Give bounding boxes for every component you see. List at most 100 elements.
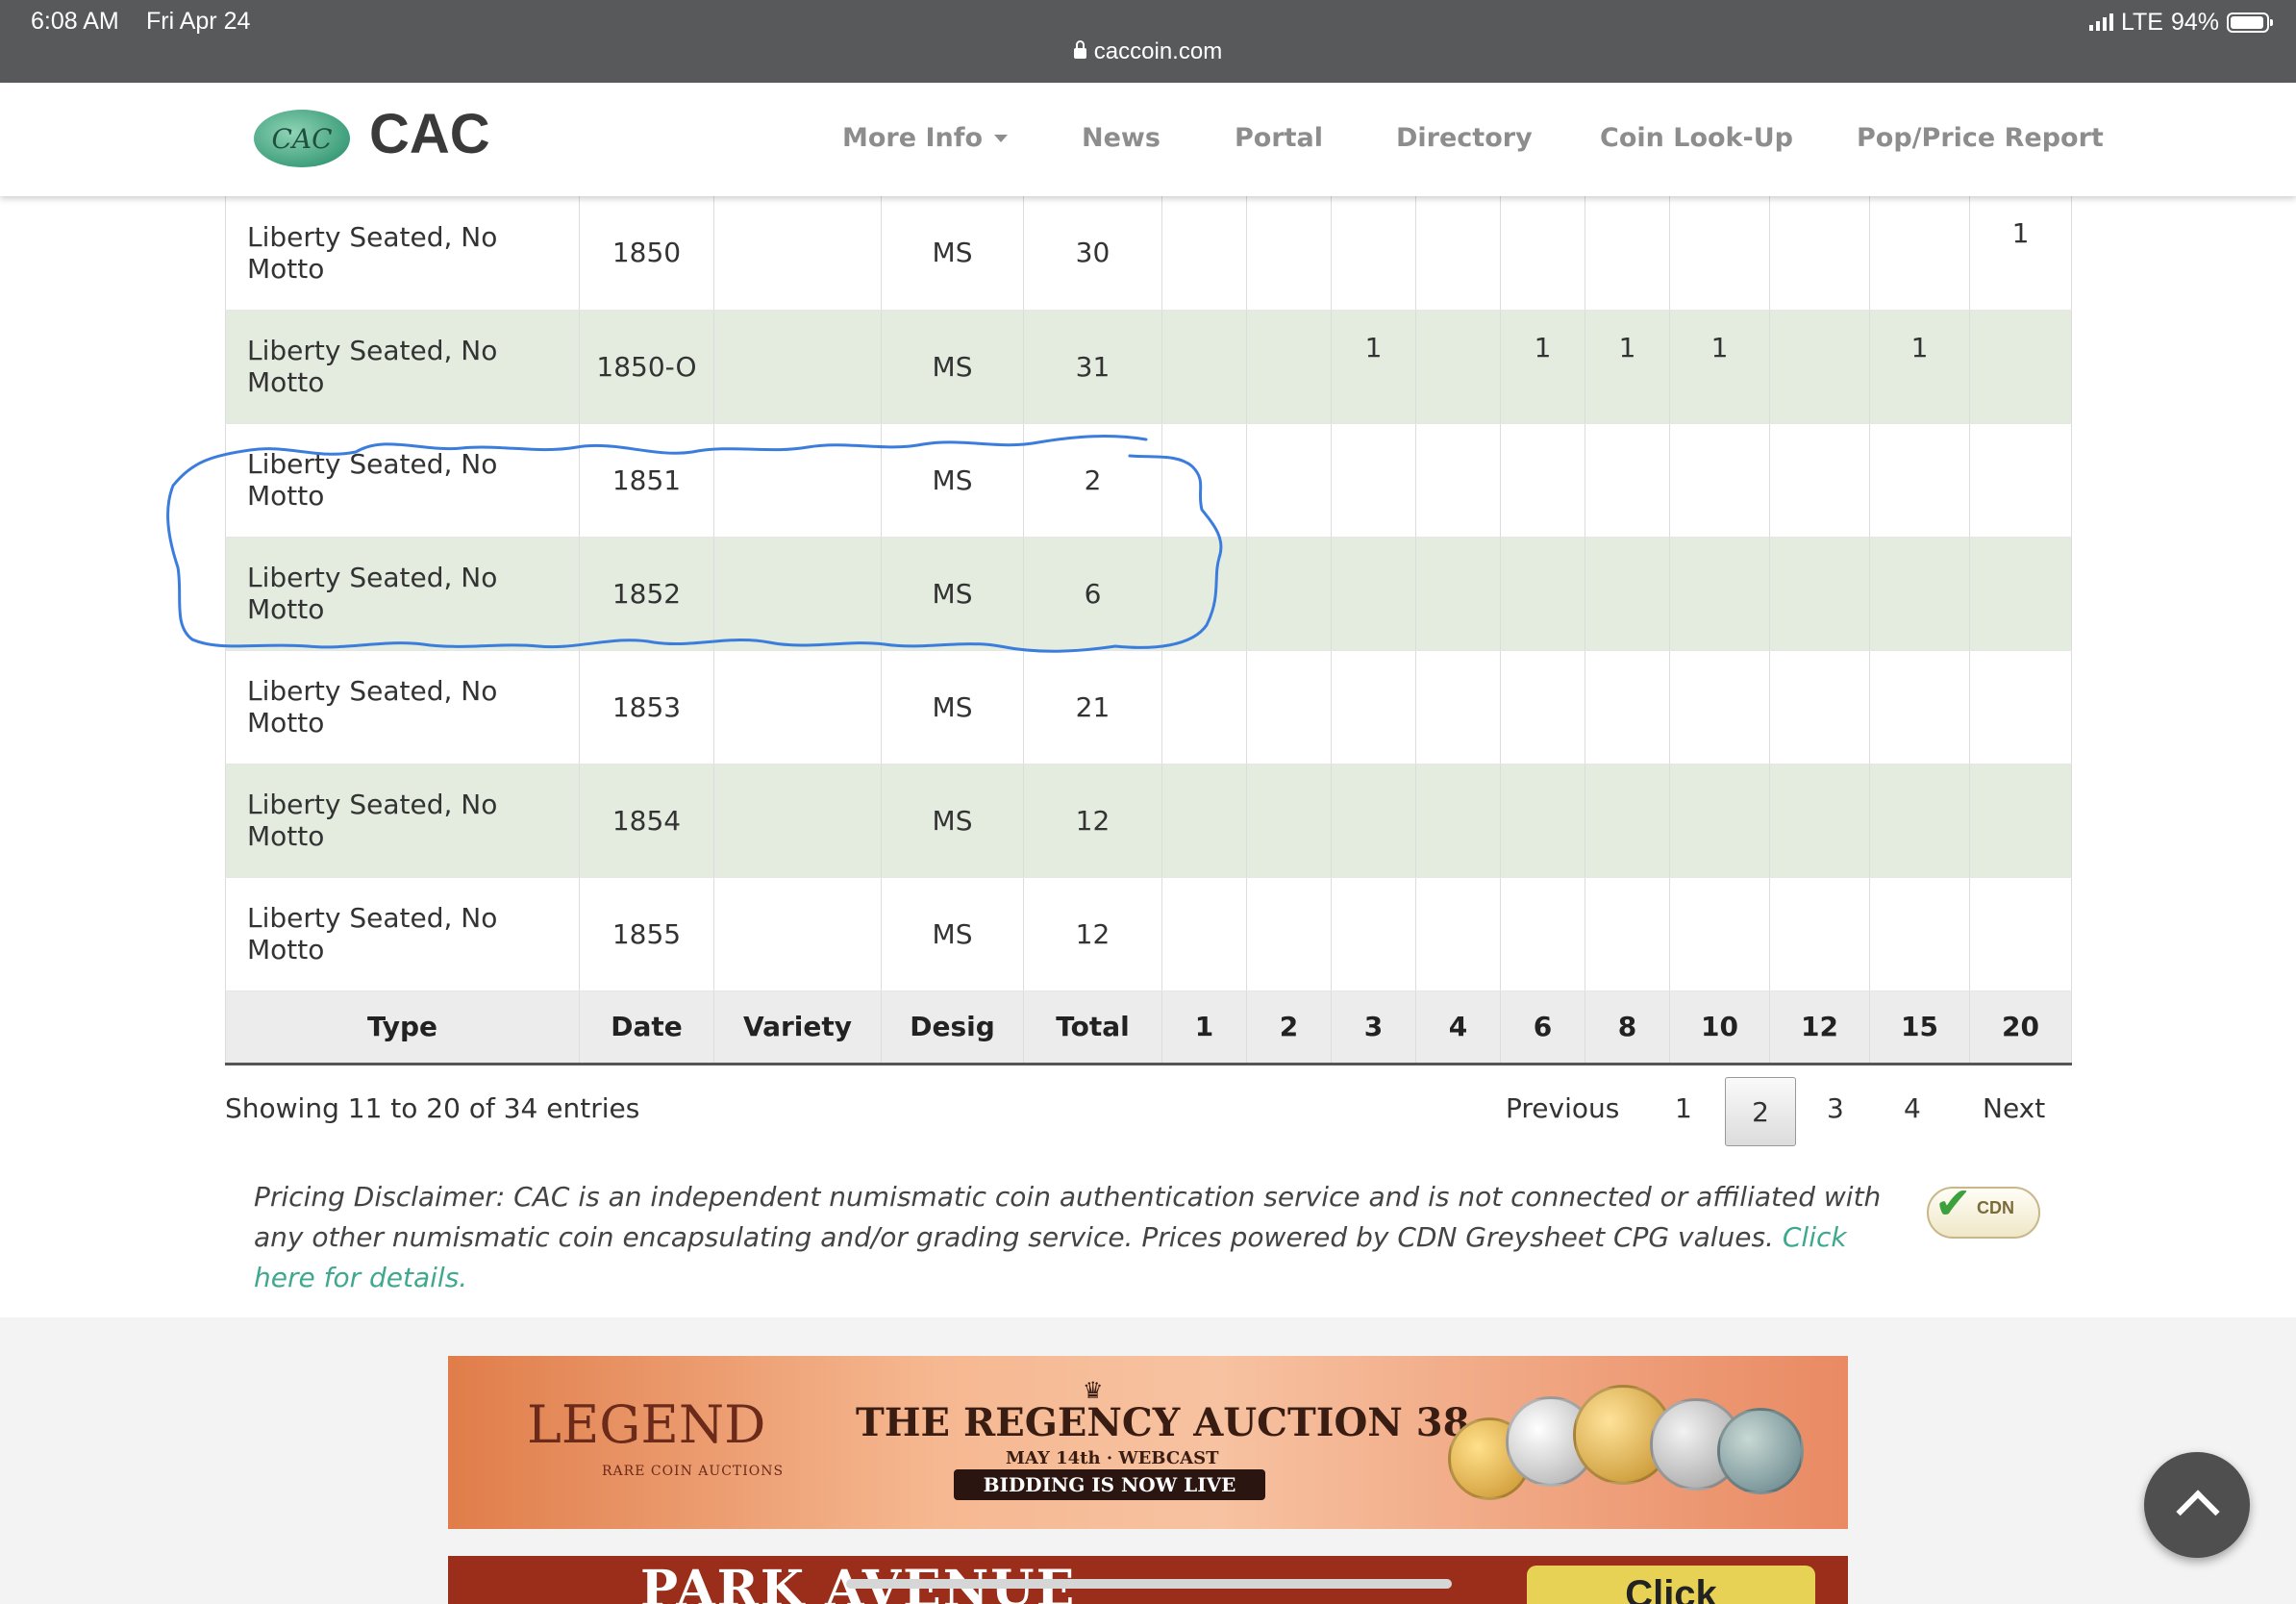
table-cell xyxy=(1769,877,1870,991)
column-header[interactable]: 2 xyxy=(1246,990,1332,1065)
checkmark-icon: ✔ xyxy=(1934,1177,1972,1229)
table-cell: Liberty Seated, No Motto xyxy=(225,310,580,424)
status-bar: 6:08 AM Fri Apr 24 caccoin.com LTE 94% xyxy=(0,0,2296,83)
column-header[interactable]: Date xyxy=(579,990,714,1065)
table-cell xyxy=(1869,423,1970,538)
table-cell xyxy=(1161,310,1247,424)
table-row: Liberty Seated, No Motto 1854 MS 12 xyxy=(225,764,2072,878)
table-cell xyxy=(1415,423,1501,538)
table-cell xyxy=(713,423,882,538)
column-header[interactable]: 12 xyxy=(1769,990,1870,1065)
nav-portal[interactable]: Portal xyxy=(1235,123,1323,153)
table-cell: 1 xyxy=(1585,310,1670,424)
table-cell xyxy=(713,764,882,878)
table-cell xyxy=(1331,650,1416,764)
nav-more-info-label: More Info xyxy=(842,123,984,153)
column-header[interactable]: 15 xyxy=(1869,990,1970,1065)
ad2-click-button[interactable]: Click xyxy=(1527,1566,1815,1604)
table-cell xyxy=(1969,877,2072,991)
table-cell xyxy=(1161,423,1247,538)
column-header[interactable]: Desig xyxy=(881,990,1024,1065)
table-cell xyxy=(1161,764,1247,878)
table-cell: 12 xyxy=(1023,877,1162,991)
table-cell: 1855 xyxy=(579,877,714,991)
column-header[interactable]: Variety xyxy=(713,990,882,1065)
table-cell: Liberty Seated, No Motto xyxy=(225,423,580,538)
table-cell xyxy=(1585,764,1670,878)
table-cell xyxy=(1331,764,1416,878)
table-cell xyxy=(1585,650,1670,764)
main-nav: More Info News Portal Directory Coin Loo… xyxy=(0,123,2296,162)
table-cell: 1 xyxy=(1669,310,1770,424)
table-cell xyxy=(1500,196,1585,311)
table-row: Liberty Seated, No Motto 1853 MS 21 xyxy=(225,650,2072,764)
table-cell xyxy=(1969,764,2072,878)
nav-news[interactable]: News xyxy=(1082,123,1160,153)
table-cell: MS xyxy=(881,650,1024,764)
table-row: Liberty Seated, No Motto 1851 MS 2 xyxy=(225,423,2072,538)
column-header[interactable]: 6 xyxy=(1500,990,1585,1065)
nav-coin-look-up[interactable]: Coin Look-Up xyxy=(1600,123,1793,153)
table-cell xyxy=(1585,423,1670,538)
table-cell xyxy=(1669,650,1770,764)
pagination-next[interactable]: Next xyxy=(1983,1092,2045,1124)
table-cell xyxy=(1415,877,1501,991)
nav-directory[interactable]: Directory xyxy=(1396,123,1533,153)
table-cell xyxy=(1969,423,2072,538)
column-header[interactable]: 4 xyxy=(1415,990,1501,1065)
scroll-to-top-button[interactable] xyxy=(2144,1452,2250,1558)
battery-label: 94% xyxy=(2170,8,2219,36)
table-row: Liberty Seated, No Motto 1855 MS 12 xyxy=(225,877,2072,991)
ad-cta: BIDDING IS NOW LIVE xyxy=(954,1469,1265,1500)
table-cell: MS xyxy=(881,764,1024,878)
table-cell xyxy=(1415,196,1501,311)
column-header[interactable]: Total xyxy=(1023,990,1162,1065)
pagination-page-2-current[interactable]: 2 xyxy=(1725,1077,1796,1146)
nav-more-info[interactable]: More Info xyxy=(842,123,1009,153)
column-header[interactable]: Type xyxy=(225,990,580,1065)
table-cell xyxy=(1246,423,1332,538)
table-cell: 1853 xyxy=(579,650,714,764)
pagination-previous[interactable]: Previous xyxy=(1506,1092,1619,1124)
table-cell xyxy=(1669,423,1770,538)
column-header[interactable]: 3 xyxy=(1331,990,1416,1065)
table-cell xyxy=(1669,764,1770,878)
table-cell xyxy=(1669,196,1770,311)
disclaimer-text: Pricing Disclaimer: CAC is an independen… xyxy=(254,1181,1882,1253)
address-bar[interactable]: caccoin.com xyxy=(0,38,2296,65)
table-cell xyxy=(1769,764,1870,878)
table-cell xyxy=(1869,764,1970,878)
network-label: LTE xyxy=(2120,8,2163,36)
pagination-page-4[interactable]: 4 xyxy=(1904,1092,1921,1124)
column-header[interactable]: 20 xyxy=(1969,990,2072,1065)
pagination-page-1[interactable]: 1 xyxy=(1675,1092,1692,1124)
table-cell xyxy=(1500,537,1585,651)
table-cell: 1851 xyxy=(579,423,714,538)
nav-pop-price-report[interactable]: Pop/Price Report xyxy=(1857,123,2104,153)
cdn-powered-badge[interactable]: ✔ CDN xyxy=(1927,1181,2040,1239)
table-header-row: Type Date Variety Desig Total 1 2 3 4 6 8 10 12 15 20 xyxy=(225,990,2072,1065)
table-cell xyxy=(1769,196,1870,311)
table-cell: 2 xyxy=(1023,423,1162,538)
table-cell: 12 xyxy=(1023,764,1162,878)
column-header[interactable]: 8 xyxy=(1585,990,1670,1065)
population-table: Liberty Seated, No Motto 1850 MS 30 1 Liberty… xyxy=(225,196,2072,1065)
column-header[interactable]: 10 xyxy=(1669,990,1770,1065)
table-cell xyxy=(1161,877,1247,991)
table-cell xyxy=(713,196,882,311)
table-cell xyxy=(713,310,882,424)
status-indicators: LTE 94% xyxy=(2088,8,2273,37)
table-row: Liberty Seated, No Motto 1850-O MS 31 1 1 1 1 1 xyxy=(225,310,2072,424)
table-cell xyxy=(1869,196,1970,311)
table-cell xyxy=(1246,764,1332,878)
pagination: Previous 1 3 4 Next xyxy=(0,1077,2296,1146)
table-cell xyxy=(1869,537,1970,651)
table-cell: MS xyxy=(881,310,1024,424)
table-cell xyxy=(1246,650,1332,764)
column-header[interactable]: 1 xyxy=(1161,990,1247,1065)
pagination-page-3[interactable]: 3 xyxy=(1827,1092,1844,1124)
legend-auction-banner-ad[interactable]: LEGEND RARE COIN AUCTIONS ♛ THE REGENCY … xyxy=(448,1356,1848,1529)
table-cell xyxy=(1246,537,1332,651)
table-cell: 1854 xyxy=(579,764,714,878)
grade-count: 1 xyxy=(1534,331,1552,363)
